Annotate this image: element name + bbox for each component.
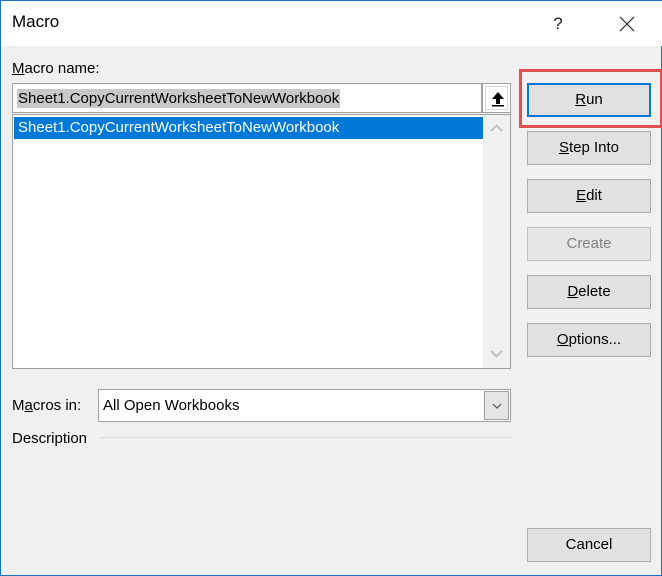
- create-button[interactable]: Create: [527, 227, 651, 261]
- chevron-up-icon: [490, 124, 503, 132]
- dropdown-button[interactable]: [484, 391, 509, 420]
- move-up-button[interactable]: [482, 83, 511, 113]
- help-button[interactable]: ?: [541, 9, 575, 39]
- chevron-down-icon: [492, 403, 502, 409]
- macro-list[interactable]: Sheet1.CopyCurrentWorksheetToNewWorkbook: [12, 114, 511, 369]
- arrow-up-icon: [492, 92, 504, 107]
- step-into-button[interactable]: Step Into: [527, 131, 651, 165]
- close-button[interactable]: [607, 9, 647, 39]
- edit-button[interactable]: Edit: [527, 179, 651, 213]
- macros-in-select[interactable]: All Open Workbooks: [98, 389, 511, 422]
- scroll-down-button[interactable]: [483, 341, 510, 368]
- macro-name-input[interactable]: Sheet1.CopyCurrentWorksheetToNewWorkbook: [12, 83, 482, 113]
- macros-in-label: Macros in:: [12, 397, 82, 414]
- macro-dialog: Macro ? Macro name: Sheet1.CopyCurrentWo…: [0, 0, 662, 576]
- scroll-up-button[interactable]: [483, 115, 510, 142]
- cancel-button[interactable]: Cancel: [527, 528, 651, 562]
- description-divider: [100, 437, 511, 438]
- close-icon: [619, 16, 635, 32]
- scrollbar[interactable]: [483, 115, 510, 368]
- macro-name-label: Macro name:: [12, 60, 100, 77]
- run-button[interactable]: Run: [527, 83, 651, 117]
- description-label: Description: [12, 430, 88, 447]
- list-item[interactable]: Sheet1.CopyCurrentWorksheetToNewWorkbook: [14, 117, 484, 139]
- macros-in-value: All Open Workbooks: [103, 397, 240, 414]
- title-bar: Macro ?: [1, 0, 662, 46]
- dialog-title: Macro: [12, 12, 60, 31]
- delete-button[interactable]: Delete: [527, 275, 651, 309]
- macro-name-value: Sheet1.CopyCurrentWorksheetToNewWorkbook: [17, 89, 341, 108]
- options-button[interactable]: Options...: [527, 323, 651, 357]
- chevron-down-icon: [490, 350, 503, 358]
